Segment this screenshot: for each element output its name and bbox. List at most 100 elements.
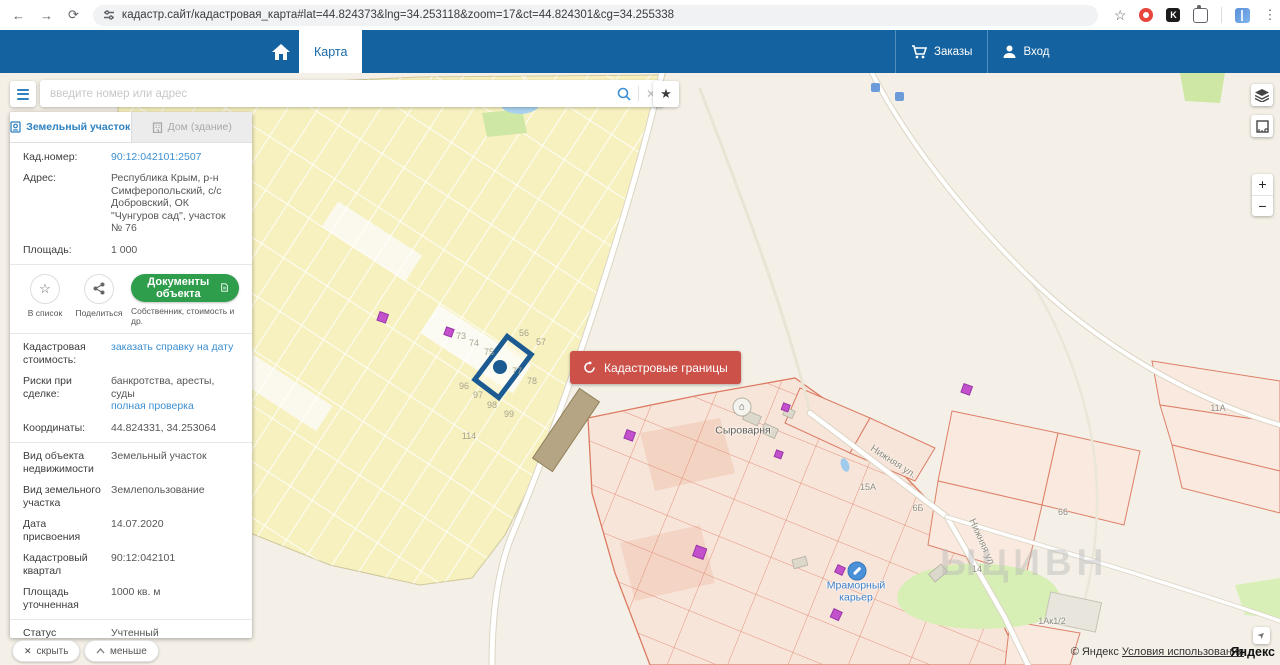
- layers-button[interactable]: [1251, 84, 1273, 106]
- tab-building[interactable]: Дом (здание): [130, 112, 252, 142]
- menu-button[interactable]: [10, 81, 36, 107]
- ruler-icon: [1255, 119, 1269, 133]
- panel-actions: ☆ В список Поделиться Документы объекта: [23, 268, 239, 330]
- field-link[interactable]: заказать справку на дату: [111, 341, 239, 354]
- refresh-borders-icon: [584, 361, 595, 373]
- login-label: Вход: [1023, 45, 1050, 58]
- yandex-logo: Яндекс: [1230, 645, 1275, 659]
- url-bar[interactable]: кадастр.сайт/кадастровая_карта#lat=44.82…: [92, 4, 1098, 26]
- section-status: СтатусУчтенныйКатегория земельЗемли сель…: [23, 623, 239, 638]
- profile-avatar-icon[interactable]: [1235, 7, 1251, 23]
- section-divider: [10, 618, 252, 620]
- info-row: Статус Учтенный: [23, 623, 239, 638]
- tab-land-parcel[interactable]: Земельный участок: [10, 112, 131, 142]
- search-icon[interactable]: [617, 87, 631, 101]
- info-row: Кад.номер: 90:12:042101:2507: [23, 146, 239, 168]
- object-documents-label: Документы объекта: [147, 275, 210, 300]
- building-icon: [152, 121, 162, 133]
- locate-button[interactable]: ➤: [1253, 627, 1270, 644]
- field-label: Вид земельного участка: [23, 484, 101, 509]
- quarry-poi-icon[interactable]: [847, 561, 867, 581]
- favorites-button[interactable]: ★: [653, 81, 679, 107]
- field-value: Земельный участок: [111, 450, 239, 475]
- browser-back-icon[interactable]: ←: [12, 8, 25, 23]
- browser-toolbar: ← → ⟳ кадастр.сайт/кадастровая_карта#lat…: [0, 0, 1280, 31]
- close-icon: ✕: [24, 645, 32, 656]
- info-row: Площадь: 1 000: [23, 239, 239, 261]
- zoom-control: + −: [1252, 174, 1273, 216]
- section-details: Вид объекта недвижимости Земельный участо…: [23, 446, 239, 616]
- section-cost: Кадастровая стоимость: заказать справку н…: [23, 337, 239, 439]
- field-label: Кад.номер:: [23, 150, 78, 163]
- extension-red-icon[interactable]: [1139, 8, 1154, 22]
- zoom-in-button[interactable]: +: [1252, 174, 1273, 196]
- panel-tabs: Земельный участок Дом (здание): [10, 112, 252, 143]
- parcel-info-panel: Земельный участок Дом (здание) Кад.номер…: [10, 112, 252, 638]
- extension-k-icon[interactable]: K: [1166, 8, 1181, 22]
- field-link[interactable]: 90:12:042101:2507: [111, 151, 239, 164]
- user-icon: [1003, 45, 1016, 58]
- cart-icon: [912, 44, 927, 58]
- field-text: 1 000: [111, 243, 138, 256]
- hamburger-icon: [17, 88, 29, 91]
- browser-forward-icon[interactable]: →: [40, 8, 53, 23]
- field-link[interactable]: полная проверка: [111, 400, 239, 413]
- field-value: Республика Крым, р-н Симферопольский, с/…: [111, 172, 239, 235]
- field-value: 14.07.2020: [111, 518, 239, 543]
- field-text: 1000 кв. м: [111, 586, 161, 598]
- document-icon: [220, 283, 228, 292]
- field-label: Кадастровый квартал: [23, 552, 88, 577]
- map-watermark: ЫЦИВН: [940, 542, 1109, 583]
- extensions-puzzle-icon[interactable]: [1193, 4, 1209, 23]
- info-row: Вид земельного участка Землепользование: [23, 480, 239, 514]
- field-text: Учтенный: [111, 627, 159, 638]
- info-row: Риски при сделке: банкротства, аресты, су…: [23, 371, 239, 418]
- field-label: Статус: [23, 627, 57, 638]
- section-divider: [10, 441, 252, 443]
- share-button[interactable]: [84, 273, 114, 304]
- info-row: Кадастровая стоимость: заказать справку н…: [23, 337, 239, 371]
- info-row: Вид объекта недвижимости Земельный участо…: [23, 446, 239, 480]
- home-icon: [272, 43, 290, 60]
- hide-panel-button[interactable]: ✕ скрыть: [12, 640, 81, 662]
- tab-map[interactable]: Карта: [299, 30, 363, 73]
- field-text: 14.07.2020: [111, 518, 164, 530]
- info-row: Площадь уточненная 1000 кв. м: [23, 582, 239, 616]
- field-value: 44.824331, 34.253064: [111, 422, 239, 435]
- search-box: ✕: [40, 80, 664, 107]
- zoom-out-button[interactable]: −: [1252, 196, 1273, 217]
- field-value: 1000 кв. м: [111, 586, 239, 611]
- field-value: 1 000: [111, 244, 239, 257]
- browser-reload-icon[interactable]: ⟳: [68, 7, 79, 23]
- site-settings-icon[interactable]: [103, 9, 115, 21]
- login-button[interactable]: Вход: [987, 30, 1064, 73]
- browser-menu-icon[interactable]: ⋮: [1263, 7, 1276, 23]
- cadastral-borders-label: Кадастровые границы: [604, 360, 728, 375]
- object-documents-button[interactable]: Документы объекта: [131, 273, 239, 302]
- copyright-text: © Яндекс: [1070, 646, 1119, 658]
- search-input[interactable]: [48, 86, 617, 101]
- field-label: Площадь уточненная: [23, 586, 79, 611]
- site-navbar: Карта Заказы Вход: [0, 30, 1280, 73]
- info-row: Кадастровый квартал 90:12:042101: [23, 548, 239, 582]
- measure-button[interactable]: [1251, 115, 1273, 137]
- cadastral-borders-button[interactable]: Кадастровые границы: [570, 351, 741, 384]
- orders-label: Заказы: [934, 45, 973, 58]
- field-value: 90:12:042101:2507: [111, 151, 239, 164]
- bookmark-star-icon[interactable]: ☆: [1114, 7, 1127, 24]
- field-text: Землепользование: [111, 484, 205, 496]
- add-to-list-label: В список: [27, 307, 63, 318]
- orders-button[interactable]: Заказы: [895, 30, 987, 73]
- field-text: 90:12:042101: [111, 552, 176, 564]
- home-button[interactable]: [263, 30, 299, 73]
- field-label: Площадь:: [23, 243, 72, 256]
- terms-link[interactable]: Условия использования: [1122, 646, 1244, 658]
- object-documents-caption: Собственник, стоимость и др.: [131, 305, 235, 326]
- field-value: банкротства, аресты, суды полная проверка: [111, 375, 239, 413]
- less-label: меньше: [110, 645, 147, 657]
- factory-poi-icon[interactable]: ⌂: [732, 397, 752, 417]
- collapse-panel-button[interactable]: меньше: [84, 640, 159, 662]
- field-label: Адрес:: [23, 172, 56, 184]
- section-divider: [10, 332, 252, 334]
- add-to-list-button[interactable]: ☆: [30, 273, 60, 304]
